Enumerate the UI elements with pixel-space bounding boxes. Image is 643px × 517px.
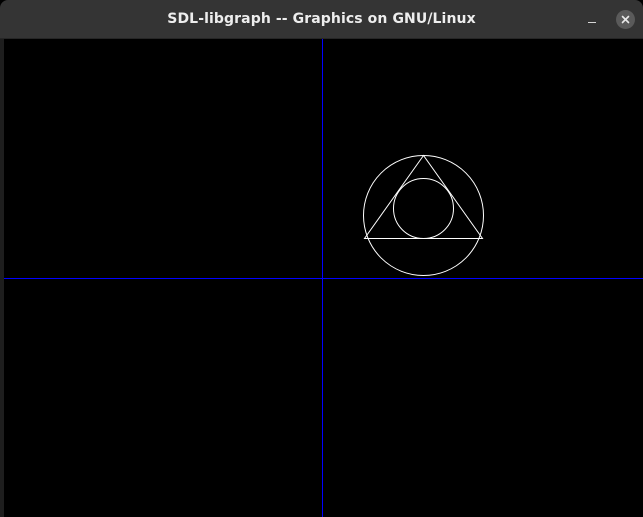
drawing-surface (4, 39, 643, 517)
triangle (363, 154, 484, 239)
outer-circle (363, 155, 484, 276)
window-title: SDL-libgraph -- Graphics on GNU/Linux (167, 11, 476, 27)
application-window: SDL-libgraph -- Graphics on GNU/Linux (0, 0, 643, 517)
inner-circle (393, 178, 454, 239)
minimize-button[interactable] (582, 10, 602, 30)
title-bar[interactable]: SDL-libgraph -- Graphics on GNU/Linux (0, 0, 643, 39)
minimize-icon (588, 22, 596, 23)
graphics-canvas[interactable] (4, 39, 643, 517)
close-icon (621, 15, 630, 24)
close-button[interactable] (616, 10, 635, 29)
